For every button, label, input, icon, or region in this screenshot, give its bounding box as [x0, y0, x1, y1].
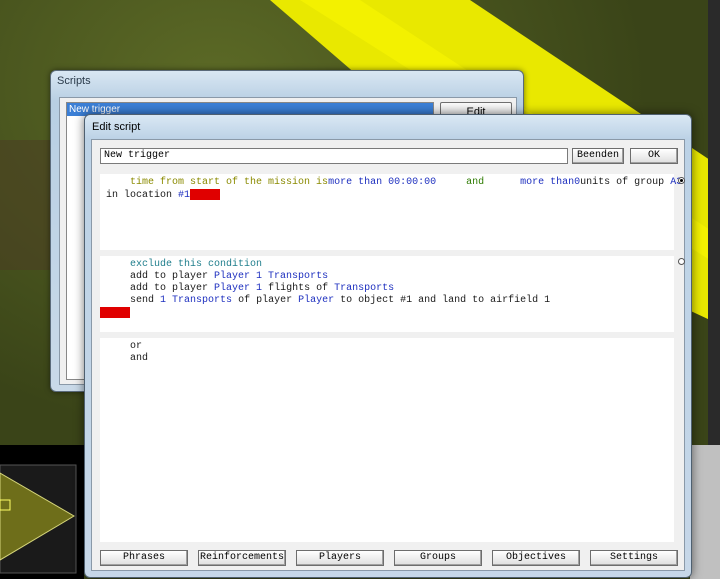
settings-button[interactable]: Settings — [590, 550, 678, 566]
transports-value[interactable]: Transports — [334, 283, 394, 294]
units-comparison[interactable]: more than — [520, 177, 574, 188]
edit-script-window: Edit script Beenden OK time from start o… — [84, 114, 692, 578]
players-button[interactable]: Players — [296, 550, 384, 566]
redaction-box — [190, 189, 221, 200]
redaction-box-2 — [100, 307, 130, 318]
send-player-value[interactable]: Player — [298, 295, 334, 306]
quit-button[interactable]: Beenden — [572, 148, 624, 164]
groups-button[interactable]: Groups — [394, 550, 482, 566]
add-to-player-text: add to player — [130, 271, 209, 282]
time-condition-text[interactable]: time from start of the mission is — [130, 177, 328, 188]
scripts-window-title: Scripts — [57, 75, 91, 87]
phrases-button[interactable]: Phrases — [100, 550, 188, 566]
location-text: in location — [106, 190, 173, 202]
time-value-text[interactable]: more than 00:00:00 — [328, 177, 436, 188]
flights-of-text: flights of — [268, 283, 329, 294]
action-line-add-2[interactable]: add to player Player 1 flights of Transp… — [100, 283, 674, 295]
logic-and[interactable]: and — [106, 353, 668, 365]
exclude-condition-text[interactable]: exclude this condition — [130, 259, 262, 270]
ok-button[interactable]: OK — [630, 148, 678, 164]
and-operator-2[interactable]: and — [130, 353, 148, 364]
actions-panel[interactable]: exclude this condition add to player Pla… — [100, 256, 674, 332]
edit-window-body: Beenden OK time from start of the missio… — [91, 139, 685, 571]
action-line-send[interactable]: send 1 Transports of player Player to ob… — [100, 295, 674, 307]
conditions-panel[interactable]: time from start of the mission ismore th… — [100, 174, 682, 250]
or-operator[interactable]: or — [130, 341, 142, 352]
condition-line-1[interactable]: time from start of the mission ismore th… — [106, 177, 682, 189]
player-transports-value[interactable]: Player 1 Transports — [214, 271, 328, 282]
destination-text[interactable]: to object #1 and land to airfield 1 — [340, 295, 550, 306]
objectives-button[interactable]: Objectives — [492, 550, 580, 566]
edit-window-title: Edit script — [92, 121, 141, 133]
units-of-group-text: units of group — [580, 177, 665, 188]
condition-line-2[interactable]: in location #1 — [106, 189, 668, 202]
script-name-input[interactable] — [100, 148, 568, 164]
location-value[interactable]: #1 — [178, 190, 190, 201]
action-line-exclude[interactable]: exclude this condition — [100, 259, 674, 271]
add-to-player-text-2: add to player — [130, 283, 209, 294]
send-unit-value[interactable]: 1 Transports — [160, 295, 232, 306]
action-line-redacted — [100, 307, 674, 320]
player-value[interactable]: Player 1 — [214, 283, 262, 294]
and-operator[interactable]: and — [466, 177, 484, 188]
send-text: send — [130, 295, 155, 306]
reinforcements-button[interactable]: Reinforcements — [198, 550, 286, 566]
action-radio[interactable] — [678, 258, 685, 265]
logic-or[interactable]: or — [106, 341, 668, 353]
condition-radio-selected[interactable] — [678, 177, 685, 184]
of-player-text: of player — [238, 295, 293, 306]
action-line-add-1[interactable]: add to player Player 1 Transports — [100, 271, 674, 283]
logic-panel[interactable]: or and — [100, 338, 674, 542]
